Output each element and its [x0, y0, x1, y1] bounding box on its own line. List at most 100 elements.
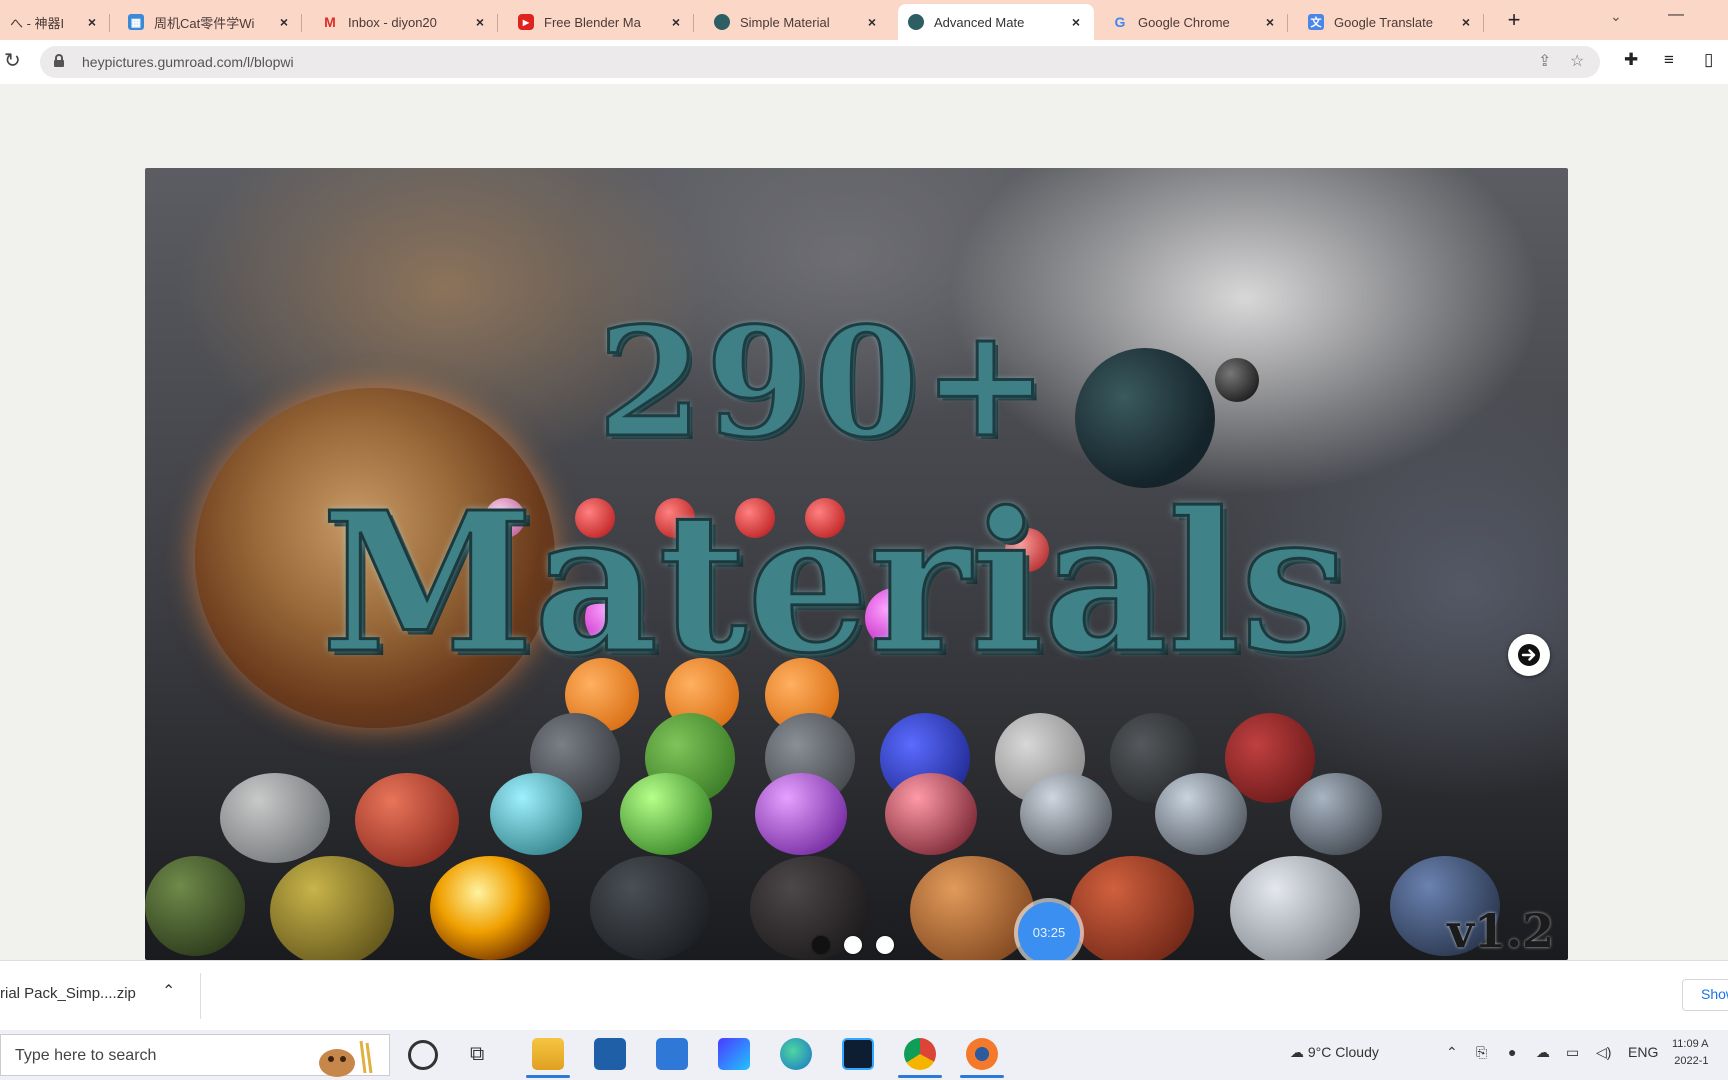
download-file-name[interactable]: rial Pack_Simp....zip	[0, 985, 136, 1002]
onedrive-icon[interactable]: ☁	[1536, 1044, 1550, 1061]
dark-planet	[1075, 348, 1215, 488]
tab-advanced-material[interactable]: Advanced Mate ×	[898, 4, 1094, 40]
material-sphere	[1070, 856, 1194, 960]
network-icon[interactable]: ▭	[1566, 1044, 1579, 1061]
chrome-icon[interactable]	[904, 1038, 936, 1070]
title-materials: Materials	[320, 471, 1350, 696]
new-tab-button[interactable]: +	[1500, 7, 1528, 35]
next-slide-button[interactable]	[1508, 634, 1550, 676]
clock-date: 2022-1	[1674, 1055, 1709, 1067]
system-clock[interactable]: 11:09 A 2022-1	[1672, 1036, 1709, 1070]
gmail-icon: M	[324, 14, 336, 30]
material-sphere	[1020, 773, 1112, 855]
tab-close-icon[interactable]: ×	[84, 14, 100, 30]
usb-icon[interactable]: ⎘	[1476, 1044, 1487, 1061]
url-text[interactable]: heypictures.gumroad.com/l/blopwi	[82, 54, 294, 70]
material-sphere	[430, 856, 550, 960]
material-sphere	[1155, 773, 1247, 855]
taskbar-search-placeholder: Type here to search	[15, 1047, 157, 1064]
share-icon[interactable]: ⇪	[1538, 51, 1551, 71]
tab-strip: へ - 神器I × ▦ 周机Cat零件学Wi × M Inbox - diyon…	[0, 0, 1728, 40]
browser-toolbar: ↻ heypictures.gumroad.com/l/blopwi ⇪ ☆ ✚…	[0, 40, 1728, 84]
extensions-icon[interactable]: ✚	[1624, 50, 1638, 70]
chevron-up-icon[interactable]: ⌃	[162, 981, 175, 1001]
material-sphere	[885, 773, 977, 855]
search-highlight-illustration-icon	[319, 1040, 373, 1077]
tab-close-icon[interactable]: ×	[668, 14, 684, 30]
cloud-icon: ☁	[1290, 1044, 1304, 1060]
material-sphere	[490, 773, 582, 855]
address-bar[interactable]: heypictures.gumroad.com/l/blopwi ⇪ ☆	[40, 46, 1600, 78]
google-icon: G	[1114, 14, 1126, 30]
tab-gmail[interactable]: M Inbox - diyon20 ×	[312, 4, 498, 40]
tab-close-icon[interactable]: ×	[276, 14, 292, 30]
blender-icon[interactable]	[966, 1038, 998, 1070]
tab-label: Simple Material	[740, 14, 830, 30]
file-explorer-icon[interactable]	[532, 1038, 564, 1070]
chevron-up-icon[interactable]: ⌃	[1446, 1044, 1458, 1061]
tab-chinese-site[interactable]: へ - 神器I ×	[0, 4, 110, 40]
product-cover-image[interactable]: 290+ Materials v1.2	[145, 168, 1568, 960]
edge-icon[interactable]	[780, 1038, 812, 1070]
tab-youtube[interactable]: ▶ Free Blender Ma ×	[508, 4, 694, 40]
material-sphere	[355, 773, 459, 867]
minimize-icon[interactable]: —	[1668, 6, 1684, 24]
mail-icon[interactable]	[656, 1038, 688, 1070]
tab-google-chrome[interactable]: G Google Chrome ×	[1102, 4, 1288, 40]
material-sphere	[220, 773, 330, 863]
tab-label: 周机Cat零件学Wi	[154, 15, 255, 31]
carousel-dot-2[interactable]	[844, 936, 862, 954]
recording-timer-badge[interactable]: 03:25	[1018, 902, 1080, 964]
tab-close-icon[interactable]: ×	[864, 14, 880, 30]
tab-close-icon[interactable]: ×	[1262, 14, 1278, 30]
moon	[1215, 358, 1259, 402]
task-view-icon[interactable]: ⧉	[470, 1038, 502, 1070]
material-sphere	[755, 773, 847, 855]
material-sphere	[910, 856, 1034, 960]
material-sphere	[620, 773, 712, 855]
weather-widget[interactable]: ☁ 9°C Cloudy	[1290, 1044, 1379, 1061]
material-sphere	[1230, 856, 1360, 960]
microsoft-store-icon[interactable]	[594, 1038, 626, 1070]
youtube-icon: ▶	[518, 14, 534, 30]
carousel-dot-3[interactable]	[876, 936, 894, 954]
tab-google-translate[interactable]: 文 Google Translate ×	[1298, 4, 1484, 40]
translate-icon: 文	[1308, 14, 1324, 30]
title-number: 290+	[596, 295, 1053, 471]
volume-icon[interactable]: ◁)	[1596, 1044, 1611, 1061]
photoshop-icon[interactable]	[842, 1038, 874, 1070]
lock-icon	[54, 54, 64, 67]
page-content: 290+ Materials v1.2	[0, 84, 1728, 960]
tab-simple-material[interactable]: Simple Material ×	[704, 4, 890, 40]
tab-label: Google Chrome	[1138, 14, 1230, 30]
gumroad-icon	[714, 14, 730, 30]
tab-label: Google Translate	[1334, 14, 1434, 30]
tab-close-icon[interactable]: ×	[1458, 14, 1474, 30]
material-sphere	[1290, 773, 1382, 855]
tab-label: Free Blender Ma	[544, 14, 641, 30]
taskbar-search-box[interactable]: Type here to search	[0, 1034, 390, 1077]
tab-close-icon[interactable]: ×	[472, 14, 488, 30]
visual-studio-icon[interactable]	[718, 1038, 750, 1070]
tab-calendar[interactable]: ▦ 周机Cat零件学Wi ×	[118, 4, 302, 40]
weather-text: 9°C Cloudy	[1307, 1044, 1379, 1060]
tab-label: へ - 神器I	[10, 15, 65, 31]
reload-icon[interactable]: ↻	[4, 48, 21, 73]
arrow-right-icon	[1518, 644, 1540, 666]
media-controls-icon[interactable]: ≡	[1664, 50, 1674, 70]
windows-taskbar: Type here to search ⧉ ☁ 9°C Cloudy ⌃ ⎘ ●…	[0, 1030, 1728, 1080]
calendar-icon: ▦	[128, 14, 144, 30]
download-bar: rial Pack_Simp....zip ⌃ Show	[0, 960, 1728, 1030]
bookmark-star-icon[interactable]: ☆	[1570, 51, 1584, 71]
microphone-icon[interactable]: ●	[1508, 1044, 1516, 1060]
tab-search-chevron-icon[interactable]: ⌄	[1610, 8, 1622, 25]
tab-label: Inbox - diyon20	[348, 14, 437, 30]
tab-close-icon[interactable]: ×	[1068, 14, 1084, 30]
show-all-button[interactable]: Show	[1682, 979, 1728, 1011]
cortana-icon[interactable]	[408, 1040, 438, 1070]
side-panel-icon[interactable]: ▯	[1704, 50, 1713, 70]
carousel-dots	[812, 936, 894, 954]
gumroad-icon	[908, 14, 924, 30]
carousel-dot-1[interactable]	[812, 936, 830, 954]
language-indicator[interactable]: ENG	[1628, 1044, 1658, 1060]
